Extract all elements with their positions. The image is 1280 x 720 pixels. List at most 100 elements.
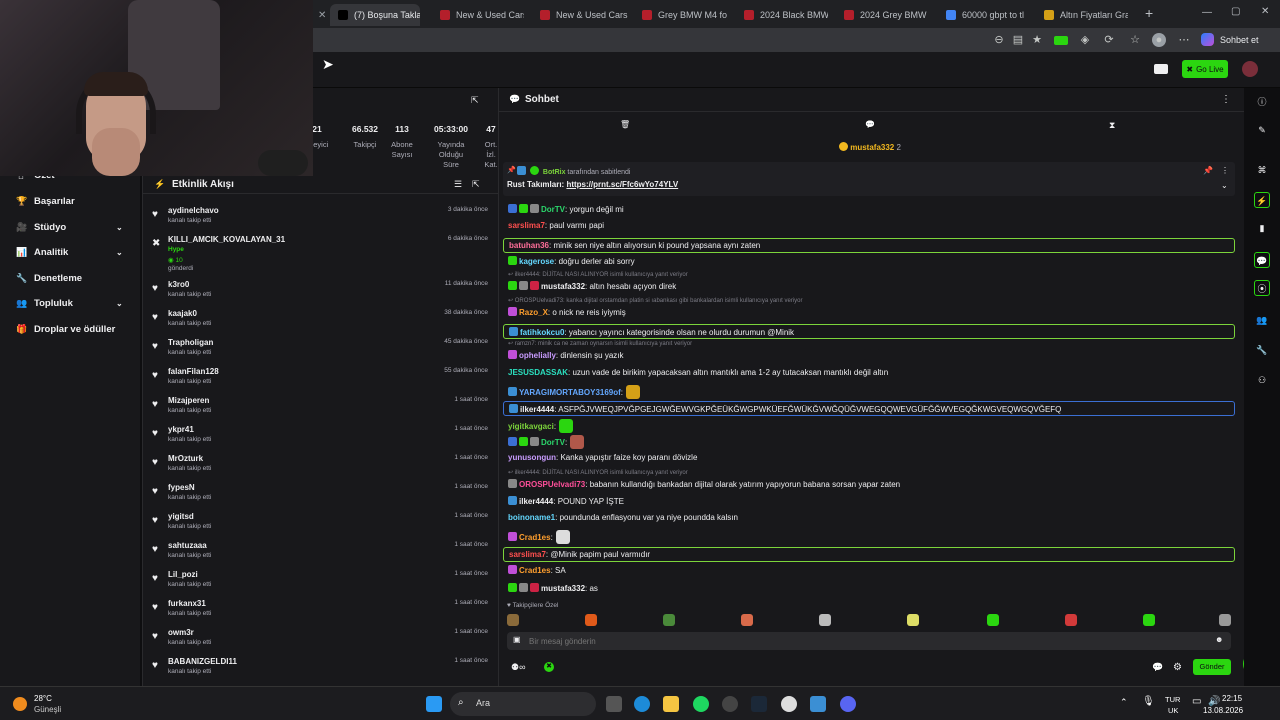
chat-username[interactable]: YARAGIMORTABOY3169of [519, 388, 621, 397]
clock-time[interactable]: 22:15 [1222, 694, 1242, 703]
sidebar-item[interactable]: 🎁 Droplar ve ödüller [16, 324, 136, 335]
profile-avatar[interactable]: ● [1152, 33, 1166, 47]
reply-context[interactable]: ↩ ramzn7: minik ca ne zaman oynarsın isi… [508, 340, 692, 347]
steam-icon[interactable] [751, 696, 767, 712]
chat-message[interactable]: mustafa332: as [508, 583, 598, 593]
points-icon[interactable]: ⚉∞ [511, 662, 525, 673]
expand-chevron-icon[interactable]: ⌄ [1221, 181, 1228, 190]
browser-tab[interactable]: 60000 gbpt to tl✕ [938, 4, 1028, 26]
chat-username[interactable]: DorTV [541, 438, 565, 447]
chat-username[interactable]: yunusongun [508, 453, 556, 462]
feed-item[interactable]: ♥ Mizajperen kanalı takip etti 1 saat önce [143, 396, 498, 424]
emote-image[interactable] [819, 614, 831, 626]
chevron-down-icon[interactable]: ⌄ [116, 299, 123, 308]
feed-user[interactable]: MrOzturk [168, 454, 203, 463]
discord-icon[interactable] [840, 696, 856, 712]
chat-username[interactable]: Crad1es [519, 533, 551, 542]
feed-user[interactable]: aydinelchavo [168, 206, 219, 215]
chat-username[interactable]: JESUSDASSAK [508, 368, 568, 377]
chat-message[interactable]: yunusongun: Kanka yapıştır faize koy par… [508, 453, 697, 462]
minimize-icon[interactable]: — [1202, 7, 1212, 18]
chat-username[interactable]: boinoname1 [508, 513, 555, 522]
feed-item[interactable]: ♥ sahtuzaaa kanalı takip etti 1 saat önce [143, 541, 498, 569]
feed-item[interactable]: ♥ MrOzturk kanalı takip etti 1 saat önce [143, 454, 498, 482]
extension-icon-cat[interactable]: ◈ [1078, 33, 1092, 47]
clipboard-icon[interactable]: ▮ [1254, 220, 1270, 236]
tab-0[interactable]: ✕ [318, 4, 326, 26]
chat-username[interactable]: batuhan36 [509, 241, 549, 250]
feed-user[interactable]: BABANIZGELDI11 [168, 657, 237, 666]
feed-user[interactable]: furkanx31 [168, 599, 206, 608]
feed-user[interactable]: Mizajperen [168, 396, 209, 405]
emote-image[interactable] [987, 614, 999, 626]
emote-picker-icon[interactable]: ☻ [1215, 635, 1223, 644]
feed-user[interactable]: ykpr41 [168, 425, 194, 434]
chat-message[interactable]: kagerose: doğru derler abi sorry [508, 256, 635, 266]
chat-username[interactable]: ilker4444 [519, 497, 553, 506]
feed-item[interactable]: ♥ ykpr41 kanalı takip etti 1 saat önce [143, 425, 498, 453]
browser-tab[interactable]: Altın Fiyatları Gra✕ [1036, 4, 1128, 26]
chat-message[interactable]: DorTV: yorgun değil mi [508, 204, 624, 214]
reply-context[interactable]: ↩ OROSPUelvadi73: kanka dijital orstamda… [508, 297, 803, 304]
browser-tab[interactable]: 2024 Grey BMW✕ [836, 4, 928, 26]
sidebar-item[interactable]: 📊 Analitik ⌄ [16, 247, 136, 258]
chat-username[interactable]: yigitkavgaci [508, 422, 554, 431]
chat-message[interactable]: OROSPUelvadi73: babanın kullandığı banka… [508, 479, 900, 489]
chevron-down-icon[interactable]: ⌄ [116, 223, 123, 232]
weather-temp[interactable]: 28°C [34, 694, 52, 703]
gamepad-icon[interactable]: ⌘ [1254, 162, 1270, 178]
share-icon[interactable]: ⚇ [1254, 372, 1270, 388]
chat-message[interactable]: JESUSDASSAK: uzun vade de birikim yapaca… [508, 368, 888, 377]
feed-user[interactable]: sahtuzaaa [168, 541, 207, 550]
sidebar-item[interactable]: 🎥 Stüdyo ⌄ [16, 222, 136, 233]
chat-username[interactable]: mustafa332 [541, 282, 585, 291]
chat-username[interactable]: Crad1es [519, 566, 551, 575]
trash-icon[interactable]: 🗑 [620, 120, 630, 129]
popout-icon[interactable]: ⇱ [471, 95, 479, 106]
bookmark-star-icon[interactable]: ★ [1030, 33, 1044, 47]
unpin-icon[interactable]: 📌 [1203, 166, 1213, 175]
feed-user[interactable]: Trapholigan [168, 338, 213, 347]
feed-user[interactable]: k3ro0 [168, 280, 189, 289]
chat-message[interactable]: Razo_X: o nick ne reis iyiymiş [508, 307, 626, 317]
chat-message[interactable]: batuhan36: minik sen niye altın alıyorsu… [503, 238, 1235, 253]
chat-input[interactable] [529, 634, 1209, 648]
sidebar-item[interactable]: 🏆 Başarılar [16, 196, 136, 207]
chat-username[interactable]: ophelially [519, 351, 556, 360]
feed-item[interactable]: ♥ Trapholigan kanalı takip etti 45 dakika ö… [143, 338, 498, 366]
broadcast-icon[interactable]: ⦿ [1254, 280, 1270, 296]
chat-username[interactable]: mustafa332 [541, 584, 585, 593]
chat-message[interactable]: YARAGIMORTABOY3169of: [508, 385, 641, 399]
go-live-button[interactable]: ✖ Go Live [1182, 60, 1228, 78]
copilot-icon[interactable] [1201, 33, 1214, 46]
emote-image[interactable] [507, 614, 519, 626]
emote-image[interactable] [663, 614, 675, 626]
filter-icon[interactable]: ☰ [454, 179, 462, 190]
chat-message[interactable]: Crad1es: [508, 530, 570, 544]
chat-username[interactable]: kagerose [519, 257, 554, 266]
task-view-icon[interactable] [606, 696, 622, 712]
close-icon[interactable]: ✕ [318, 10, 326, 21]
tray-chevron-icon[interactable]: ⌃ [1120, 697, 1128, 708]
monitor-icon[interactable]: ▭ [1192, 696, 1201, 707]
zoom-icon[interactable]: ⊖ [992, 33, 1006, 47]
chat-rail-icon[interactable]: 💬 [1254, 252, 1270, 268]
emote-image[interactable] [1219, 614, 1231, 626]
menu-dots-icon[interactable]: ⋯ [1177, 33, 1191, 47]
chat-settings-icon[interactable]: ⚙ [1173, 662, 1182, 673]
hourglass-icon[interactable]: ⧗ [1109, 120, 1115, 131]
file-explorer-icon[interactable] [663, 696, 679, 712]
wrench-rail-icon[interactable]: 🔧 [1254, 342, 1270, 358]
browser-tab[interactable]: New & Used Cars✕ [532, 4, 628, 26]
feed-item[interactable]: ♥ k3ro0 kanalı takip etti 11 dakika önce [143, 280, 498, 308]
chat-message[interactable]: fatihkokcu0: yabancı yayıncı kategorisin… [503, 324, 1235, 339]
feed-item[interactable]: ♥ aydinelchavo kanalı takip etti 3 dakika ö… [143, 206, 498, 234]
app-icon[interactable] [722, 696, 738, 712]
feed-item[interactable]: ♥ fypesN kanalı takip etti 1 saat önce [143, 483, 498, 511]
feed-user[interactable]: KILLI_AMCIK_KOVALAYAN_31 [168, 235, 285, 244]
profile-label[interactable]: Sohbet et [1220, 35, 1259, 45]
chat-message[interactable]: DorTV: [508, 435, 585, 449]
emote-image[interactable] [585, 614, 597, 626]
sidebar-item[interactable]: 👥 Topluluk ⌄ [16, 298, 136, 309]
extension-icon[interactable]: ⟳ [1102, 33, 1116, 47]
